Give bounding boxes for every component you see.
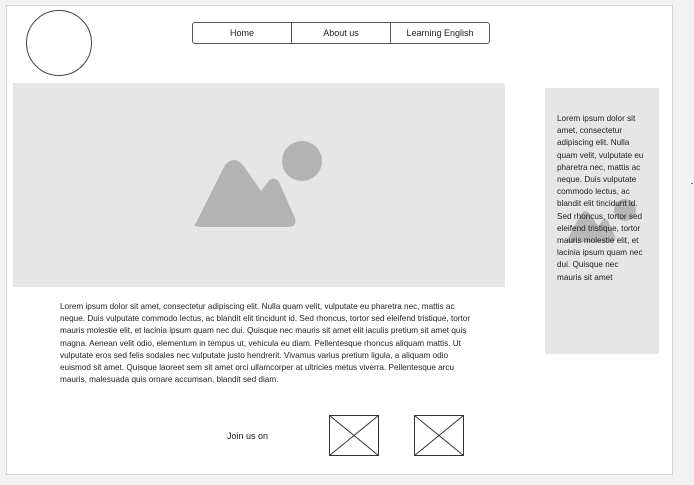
- image-placeholder-icon: [194, 141, 322, 227]
- nav-learning-english[interactable]: Learning English: [391, 23, 489, 43]
- social-placeholder-icon: [329, 415, 379, 456]
- edge-mark: [691, 183, 693, 184]
- nav-about-us[interactable]: About us: [292, 23, 391, 43]
- nav-home[interactable]: Home: [193, 23, 292, 43]
- join-us-label: Join us on: [227, 431, 269, 441]
- social-link-2[interactable]: [414, 415, 464, 456]
- sidebar-text: Lorem ipsum dolor sit amet, consectetur …: [557, 114, 644, 282]
- main-nav: Home About us Learning English: [192, 22, 490, 44]
- social-placeholder-icon: [414, 415, 464, 456]
- main-paragraph: Lorem ipsum dolor sit amet, consectetur …: [60, 302, 471, 385]
- hero-image-placeholder: [13, 83, 505, 287]
- sidebar-panel: Lorem ipsum dolor sit amet, consectetur …: [545, 88, 659, 354]
- social-link-1[interactable]: [329, 415, 379, 456]
- logo-placeholder[interactable]: [26, 10, 92, 76]
